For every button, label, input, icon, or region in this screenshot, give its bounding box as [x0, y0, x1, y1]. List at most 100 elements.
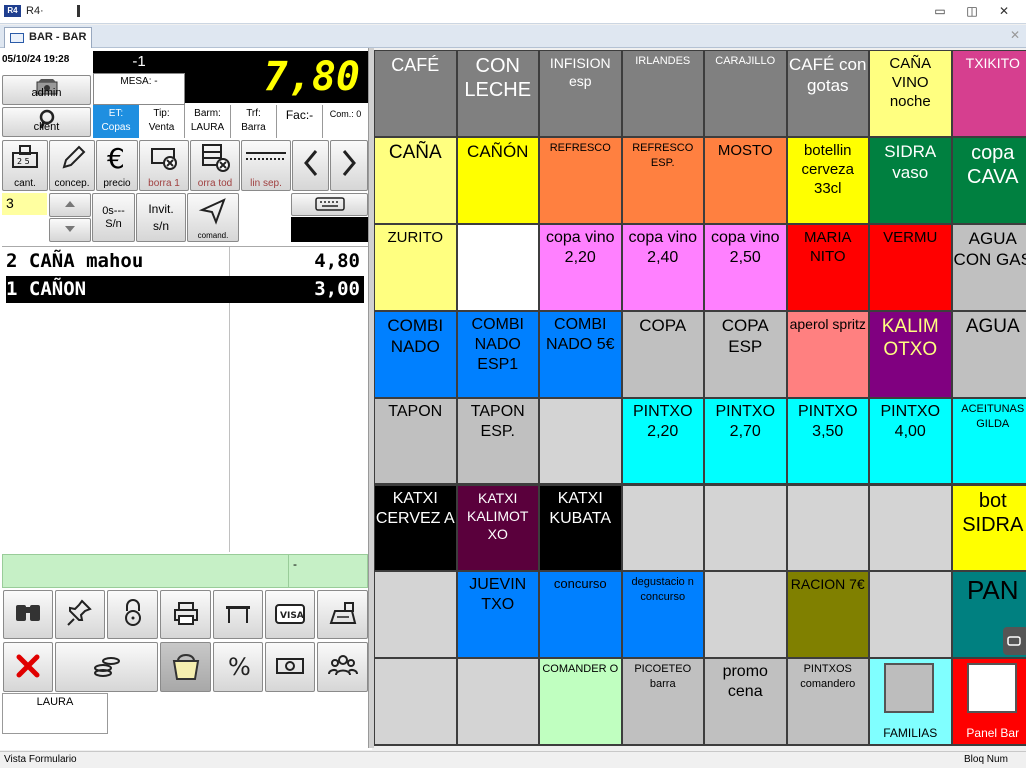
product-tile[interactable]: RACION 7€: [787, 572, 868, 658]
product-tile[interactable]: COMANDER O: [540, 659, 621, 745]
product-tile[interactable]: KATXI KALIMOT XO: [457, 485, 538, 571]
product-tile[interactable]: [375, 572, 456, 658]
qty-down-button[interactable]: [49, 218, 91, 242]
product-tile[interactable]: Panel Bar: [952, 659, 1026, 745]
product-tile[interactable]: PINTXO 4,00: [870, 398, 951, 484]
borra-todo-button[interactable]: orra tod: [190, 140, 240, 191]
discount-button[interactable]: %: [213, 642, 263, 692]
restore-button[interactable]: ◫: [957, 3, 987, 20]
product-tile[interactable]: COMBI NADO: [375, 311, 456, 397]
product-tile[interactable]: [705, 485, 786, 571]
product-tile[interactable]: COMBI NADO 5€: [540, 311, 621, 397]
product-tile[interactable]: CAÑA VINO noche: [870, 51, 951, 136]
product-tile[interactable]: IRLANDES: [622, 51, 703, 136]
barm-field[interactable]: Barm: LAURA: [185, 105, 231, 138]
product-tile[interactable]: AGUA CON GAS: [952, 224, 1026, 310]
product-tile[interactable]: CARAJILLO: [705, 51, 786, 136]
cancel-button[interactable]: [3, 642, 53, 692]
product-tile[interactable]: concurso: [540, 572, 621, 658]
product-tile[interactable]: PINTXO 3,50: [787, 398, 868, 484]
basket-button[interactable]: [160, 642, 211, 692]
table-button[interactable]: [213, 590, 263, 639]
product-tile[interactable]: MARIA NITO: [787, 224, 868, 310]
product-tile[interactable]: promo cena: [705, 659, 786, 745]
product-tile[interactable]: TAPON ESP.: [457, 398, 538, 484]
order-lines-list[interactable]: 2 CAÑA mahou 4,80 1 CAÑON 3,00: [2, 246, 368, 552]
cant-button[interactable]: 2 5 cant.: [2, 140, 48, 191]
product-tile[interactable]: PINTXOS comandero: [787, 659, 868, 745]
borra1-button[interactable]: borra 1: [139, 140, 189, 191]
pin-button[interactable]: [55, 590, 105, 639]
precio-button[interactable]: € precio: [96, 140, 138, 191]
product-tile[interactable]: CON LECHE: [457, 51, 538, 136]
product-tile[interactable]: COMBI NADO ESP1: [457, 311, 538, 397]
product-tile[interactable]: [787, 485, 868, 571]
cash-button[interactable]: [265, 642, 315, 692]
product-tile[interactable]: copa vino 2,40: [622, 224, 703, 310]
notes-bar[interactable]: -: [2, 554, 368, 588]
product-tile[interactable]: aperol spritz: [787, 311, 868, 397]
product-tile[interactable]: CAÑA: [375, 137, 456, 223]
lock-button[interactable]: [107, 590, 158, 639]
product-tile[interactable]: botellin cerveza 33cl: [787, 137, 868, 223]
product-tile[interactable]: ZURITO: [375, 224, 456, 310]
order-line[interactable]: 2 CAÑA mahou 4,80: [6, 248, 364, 275]
lin-sep-button[interactable]: lin sep.: [241, 140, 291, 191]
next-button[interactable]: [330, 140, 368, 191]
card-payment-button[interactable]: VISA: [265, 590, 315, 639]
product-tile[interactable]: PINTXO 2,70: [705, 398, 786, 484]
product-tile[interactable]: JUEVIN TXO: [457, 572, 538, 658]
product-tile[interactable]: VERMU: [870, 224, 951, 310]
mesa-label[interactable]: MESA: -: [93, 73, 185, 105]
product-tile[interactable]: FAMILIAS: [870, 659, 951, 745]
product-tile[interactable]: copa CAVA: [952, 137, 1026, 223]
product-tile[interactable]: INFISION esp: [540, 51, 621, 136]
user-label[interactable]: LAURA: [2, 693, 108, 734]
product-tile[interactable]: MOSTO: [705, 137, 786, 223]
product-tile[interactable]: TAPON: [375, 398, 456, 484]
comand-button[interactable]: comand.: [187, 193, 239, 242]
product-tile[interactable]: REFRESCO ESP.: [622, 137, 703, 223]
order-line-selected[interactable]: 1 CAÑON 3,00: [6, 276, 364, 303]
product-tile[interactable]: REFRESCO: [540, 137, 621, 223]
product-tile[interactable]: COPA: [622, 311, 703, 397]
product-tile[interactable]: CAÑÓN: [457, 137, 538, 223]
product-tile[interactable]: KALIM OTXO: [870, 311, 951, 397]
product-tile[interactable]: PICOETEO barra: [622, 659, 703, 745]
users-button[interactable]: [317, 642, 368, 692]
product-tile[interactable]: CAFÉ: [375, 51, 456, 136]
product-tile[interactable]: KATXI CERVEZ A: [375, 485, 456, 571]
product-tile[interactable]: copa vino 2,50: [705, 224, 786, 310]
product-tile[interactable]: copa vino 2,20: [540, 224, 621, 310]
tab-bar-bar[interactable]: BAR - BAR: [4, 27, 92, 48]
product-tile[interactable]: bot SIDRA: [952, 485, 1026, 571]
com-field[interactable]: Com.: 0: [323, 105, 368, 138]
os-sn-button[interactable]: 0s--- S/n: [92, 193, 135, 242]
product-tile[interactable]: [622, 485, 703, 571]
trf-field[interactable]: Trf: Barra: [231, 105, 277, 138]
product-tile[interactable]: [457, 224, 538, 310]
product-tile[interactable]: TXIKITO: [952, 51, 1026, 136]
product-tile[interactable]: degustacio n concurso: [622, 572, 703, 658]
product-tile[interactable]: SIDRA vaso: [870, 137, 951, 223]
print-button[interactable]: [160, 590, 211, 639]
side-panel-handle[interactable]: [1003, 627, 1026, 655]
product-tile[interactable]: [870, 572, 951, 658]
keyboard-button[interactable]: [291, 193, 368, 216]
close-window-button[interactable]: ✕: [989, 3, 1019, 20]
product-tile[interactable]: COPA ESP: [705, 311, 786, 397]
quantity-field[interactable]: 3: [2, 193, 47, 215]
concep-button[interactable]: concep.: [49, 140, 95, 191]
qty-up-button[interactable]: [49, 193, 91, 217]
product-tile[interactable]: AGUA: [952, 311, 1026, 397]
et-field[interactable]: ET: Copas: [93, 105, 139, 138]
product-tile[interactable]: KATXI KUBATA: [540, 485, 621, 571]
admin-button[interactable]: admin: [2, 75, 91, 105]
client-button[interactable]: client: [2, 107, 91, 137]
close-tab-button[interactable]: ✕: [1010, 28, 1020, 42]
cash-register-button[interactable]: [317, 590, 368, 639]
product-tile[interactable]: [870, 485, 951, 571]
product-tile[interactable]: PINTXO 2,20: [622, 398, 703, 484]
minimize-button[interactable]: ▭: [925, 3, 955, 20]
collect-button[interactable]: [55, 642, 158, 692]
